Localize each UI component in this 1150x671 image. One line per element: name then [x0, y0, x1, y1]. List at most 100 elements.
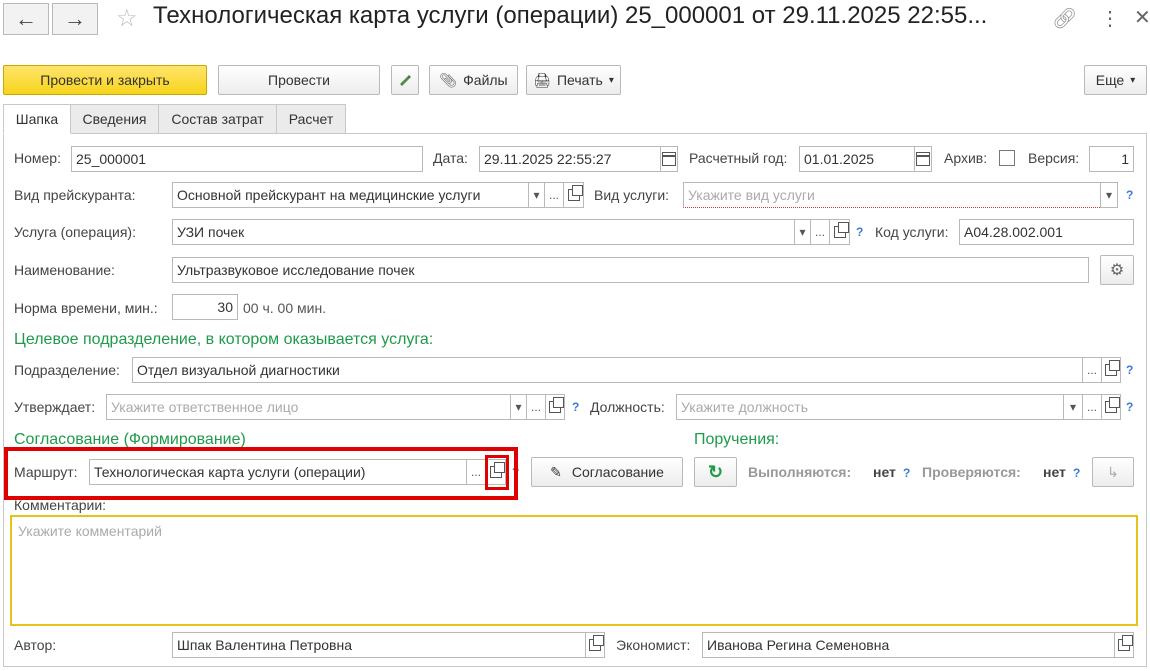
chevron-down-icon: ▾ [533, 188, 540, 202]
approves-help-icon[interactable]: ? [572, 400, 579, 414]
tab-cost-composition[interactable]: Состав затрат [158, 104, 277, 134]
pricelist-dropdown[interactable]: ▾ [528, 182, 545, 208]
position-field[interactable]: Укажите должность [676, 394, 1064, 420]
service-help-icon[interactable]: ? [856, 225, 863, 239]
economist-open-button[interactable] [1114, 632, 1134, 658]
economist-field[interactable]: Иванова Регина Семеновна [702, 632, 1115, 658]
post-button[interactable]: Провести [218, 65, 380, 95]
tab-header[interactable]: Шапка [3, 104, 71, 134]
open-icon [1105, 397, 1120, 413]
approval-button[interactable]: ✎ Согласование [531, 457, 683, 487]
link-icon[interactable]: 🔗︎ [1052, 6, 1077, 31]
pencil-check-icon [400, 75, 411, 86]
date-label: Дата: [433, 150, 468, 166]
year-label: Расчетный год: [689, 150, 788, 166]
chevron-down-icon: ▾ [608, 74, 614, 86]
arrow-right-icon: → [64, 6, 86, 31]
year-field[interactable]: 01.01.2025 [799, 146, 915, 172]
date-field[interactable]: 29.11.2025 22:55:27 [479, 146, 661, 172]
print-label: Печать [556, 72, 603, 88]
pricelist-open-button[interactable] [563, 182, 584, 208]
paperclip-icon: 📎︎ [439, 71, 458, 88]
approves-select-button[interactable]: ... [526, 394, 546, 420]
service-code-field[interactable]: A04.28.002.001 [959, 219, 1134, 245]
name-field[interactable]: Ультразвуковое исследование почек [172, 257, 1089, 283]
position-help-icon[interactable]: ? [1126, 400, 1133, 414]
time-norm-field[interactable]: 30 [172, 294, 238, 320]
more-label: Еще [1095, 72, 1125, 88]
archive-checkbox[interactable] [999, 150, 1015, 166]
department-help-icon[interactable]: ? [1126, 363, 1133, 377]
service-kind-field[interactable]: Укажите вид услуги [683, 182, 1102, 208]
chevron-down-icon: ▾ [1069, 400, 1077, 414]
name-settings-button[interactable]: ⚙ [1100, 255, 1134, 285]
approves-field[interactable]: Укажите ответственное лицо [106, 394, 511, 420]
year-calendar-button[interactable] [914, 146, 932, 172]
number-field[interactable]: 25_000001 [71, 146, 423, 172]
time-norm-text: 00 ч. 00 мин. [243, 300, 327, 316]
printer-icon: 🖨︎ [533, 71, 551, 88]
pricelist-select-button[interactable]: ... [544, 182, 564, 208]
service-code-label: Код услуги: [875, 224, 949, 240]
ellipsis-icon: ... [530, 400, 541, 414]
archive-label: Архив: [944, 150, 988, 166]
author-field[interactable]: Шпак Валентина Петровна [172, 632, 586, 658]
print-button[interactable]: 🖨︎ Печать ▾ [526, 65, 621, 95]
version-label: Версия: [1028, 150, 1080, 166]
refresh-icon: ↻ [707, 461, 724, 482]
comments-field[interactable]: Укажите комментарий [10, 515, 1138, 626]
refresh-button[interactable]: ↻ [694, 457, 737, 487]
chevron-down-icon: ▾ [1130, 74, 1136, 86]
position-open-button[interactable] [1101, 394, 1121, 420]
tab-info[interactable]: Сведения [70, 104, 159, 134]
pricelist-label: Вид прейскуранта: [14, 187, 136, 203]
service-kind-dropdown[interactable]: ▾ [1100, 182, 1118, 208]
files-label: Файлы [463, 72, 508, 88]
position-select-button[interactable]: ... [1082, 394, 1102, 420]
comments-label: Комментарии: [14, 497, 107, 513]
department-select-button[interactable]: ... [1082, 357, 1102, 383]
star-icon[interactable]: ☆ [116, 4, 138, 33]
author-label: Автор: [14, 637, 57, 653]
time-norm-label: Норма времени, мин.: [14, 300, 158, 316]
chevron-down-icon: ▾ [515, 400, 522, 414]
department-field[interactable]: Отдел визуальной диагностики [132, 357, 1083, 383]
forward-button[interactable]: → [52, 3, 98, 35]
executing-label: Выполняются: [748, 464, 852, 480]
post-and-close-button[interactable]: Провести и закрыть [3, 65, 207, 95]
approves-open-button[interactable] [545, 394, 565, 420]
position-label: Должность: [590, 399, 665, 415]
chevron-down-icon: ▾ [1105, 188, 1113, 202]
version-field[interactable]: 1 [1089, 146, 1134, 172]
position-dropdown[interactable]: ▾ [1063, 394, 1083, 420]
pricelist-field[interactable]: Основной прейскурант на медицинские услу… [172, 182, 529, 208]
checking-label: Проверяются: [922, 464, 1021, 480]
approval-button-label: Согласование [571, 464, 664, 480]
open-icon [567, 185, 583, 201]
chevron-down-icon: ▾ [799, 225, 806, 239]
tasks-action-button[interactable]: ↳ [1092, 457, 1134, 487]
service-select-button[interactable]: ... [810, 219, 830, 245]
target-section-title: Целевое подразделение, в котором оказыва… [14, 331, 434, 348]
economist-label: Экономист: [616, 637, 691, 653]
files-button[interactable]: 📎︎ Файлы [429, 65, 518, 95]
checking-help-icon[interactable]: ? [1073, 466, 1080, 480]
tab-calculation[interactable]: Расчет [276, 104, 346, 134]
ellipsis-icon: ... [1086, 363, 1097, 377]
close-icon[interactable]: ✕ [1134, 5, 1150, 30]
back-button[interactable]: ← [3, 3, 49, 35]
edit-button[interactable] [391, 65, 419, 95]
page-title: Технологическая карта услуги (операции) … [153, 2, 988, 29]
service-dropdown[interactable]: ▾ [794, 219, 811, 245]
approves-dropdown[interactable]: ▾ [510, 394, 527, 420]
date-calendar-button[interactable] [660, 146, 678, 172]
more-button[interactable]: Еще ▾ [1084, 65, 1147, 95]
service-open-button[interactable] [829, 219, 850, 245]
service-kind-help-icon[interactable]: ? [1126, 188, 1133, 202]
department-open-button[interactable] [1101, 357, 1121, 383]
author-open-button[interactable] [585, 632, 605, 658]
number-label: Номер: [14, 150, 61, 166]
executing-help-icon[interactable]: ? [903, 466, 910, 480]
more-vertical-icon[interactable]: ⋮ [1100, 6, 1120, 31]
service-field[interactable]: УЗИ почек [172, 219, 795, 245]
